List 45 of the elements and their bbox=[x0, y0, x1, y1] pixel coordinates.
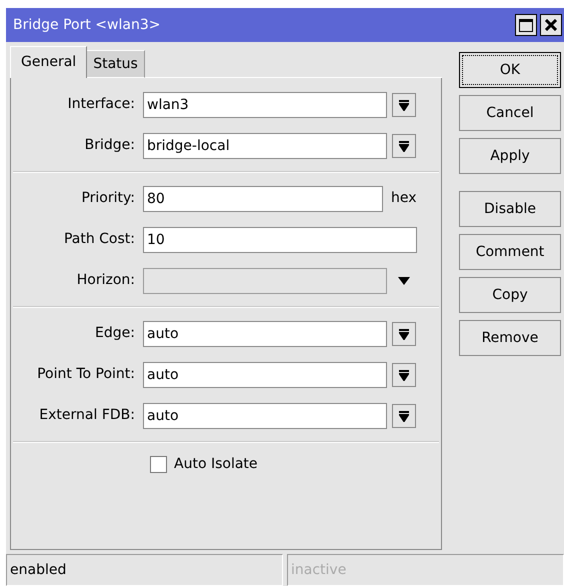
field-label: Horizon: bbox=[76, 271, 136, 290]
tab[interactable]: General bbox=[10, 46, 88, 78]
dialog-button[interactable]: Copy bbox=[459, 277, 561, 313]
dropdown-button[interactable] bbox=[392, 134, 416, 158]
dropdown-field[interactable]: wlan3 bbox=[143, 92, 387, 118]
dialog-button[interactable]: Remove bbox=[459, 320, 561, 356]
dialog-button[interactable]: Comment bbox=[459, 234, 561, 270]
dropdown-field[interactable]: auto bbox=[143, 402, 387, 428]
dropdown-arrow-icon bbox=[399, 410, 409, 422]
field-label: Priority: bbox=[80, 189, 136, 208]
dropdown-field[interactable]: bridge-local bbox=[143, 132, 387, 158]
dialog-button[interactable]: Disable bbox=[459, 191, 561, 227]
dropdown-arrow-icon bbox=[399, 328, 409, 340]
dropdown-arrow-icon[interactable] bbox=[398, 276, 410, 284]
field-label: Bridge: bbox=[84, 136, 136, 155]
field-label: Edge: bbox=[94, 324, 136, 343]
field-label: Path Cost: bbox=[62, 230, 136, 249]
field-label: Interface: bbox=[66, 95, 136, 114]
tab[interactable]: Status bbox=[87, 50, 145, 78]
dialog-button[interactable]: Cancel bbox=[459, 95, 561, 131]
dropdown-arrow-icon bbox=[399, 98, 409, 110]
status-field: enabled bbox=[6, 554, 283, 586]
unit-label: hex bbox=[391, 189, 417, 208]
field-label: Point To Point: bbox=[36, 365, 136, 384]
input-field[interactable]: 80 bbox=[143, 186, 383, 212]
dropdown-field[interactable]: auto bbox=[143, 362, 387, 388]
dropdown-button[interactable] bbox=[392, 362, 416, 386]
close-button[interactable] bbox=[540, 14, 562, 36]
close-icon bbox=[545, 19, 557, 31]
maximize-button[interactable] bbox=[515, 14, 537, 36]
input-field[interactable]: 10 bbox=[143, 226, 417, 252]
dialog-button[interactable]: Apply bbox=[459, 138, 561, 174]
dropdown-button[interactable] bbox=[392, 322, 416, 346]
dropdown-arrow-icon bbox=[399, 368, 409, 380]
dropdown-button[interactable] bbox=[392, 404, 416, 428]
status-field: inactive bbox=[287, 554, 564, 586]
checkbox-label: Auto Isolate bbox=[174, 455, 258, 474]
dropdown-button[interactable] bbox=[392, 92, 416, 116]
window-title: Bridge Port <wlan3> bbox=[13, 16, 162, 34]
field-label: External FDB: bbox=[38, 406, 136, 425]
dropdown-field[interactable]: auto bbox=[143, 320, 387, 346]
checkbox[interactable] bbox=[150, 456, 167, 473]
dropdown-arrow-icon bbox=[399, 140, 409, 152]
dropdown-field[interactable] bbox=[143, 268, 387, 294]
dialog-button[interactable]: OK bbox=[459, 52, 561, 88]
